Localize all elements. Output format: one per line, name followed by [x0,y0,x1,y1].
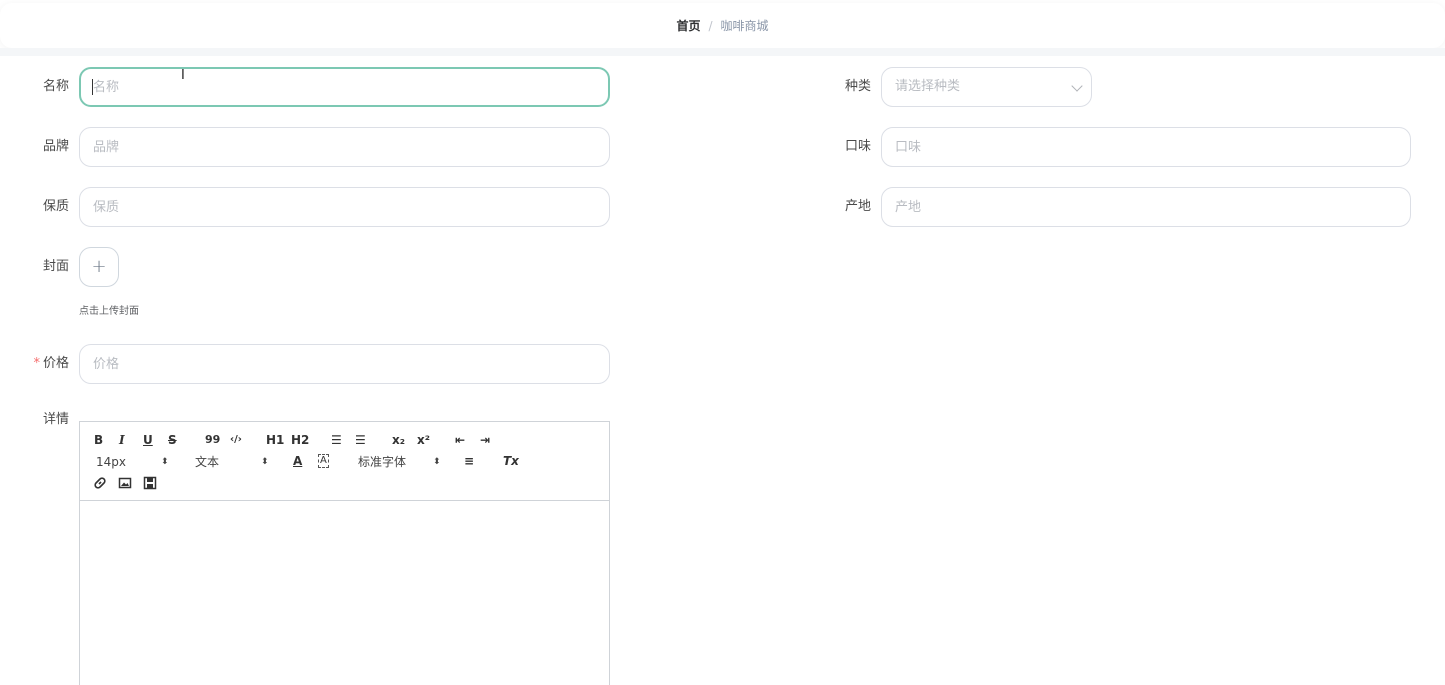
link-icon[interactable] [93,476,107,493]
font-size-select[interactable]: 14px [96,455,126,469]
subscript-button[interactable]: x₂ [392,433,405,447]
strike-button[interactable]: S [168,433,177,447]
rich-text-editor: B I U S 99 ‹/› H1 H2 ☰ ☰ x₂ x² ⇤ ⇥ 14px … [79,421,610,685]
category-select[interactable]: 请选择种类 [881,67,1092,107]
superscript-button[interactable]: x² [417,433,430,447]
cover-upload-hint: 点击上传封面 [79,306,139,317]
breadcrumb: 首页 / 咖啡商城 [676,17,768,34]
header-divider [0,48,1445,56]
name-input[interactable] [79,67,610,107]
breadcrumb-separator: / [708,18,713,33]
shelf-life-label: 保质 [42,199,69,214]
plus-icon: + [91,256,107,277]
text-color-button[interactable]: A [293,454,302,468]
ibeam-cursor-icon: I [181,68,185,83]
taste-label: 口味 [844,139,871,154]
brand-label: 品牌 [42,139,69,154]
header-updown-icon: ⬍ [261,457,269,467]
required-mark: * [33,356,40,371]
bold-button[interactable]: B [94,433,103,447]
cover-label: 封面 [42,259,69,274]
price-label-text: 价格 [42,356,69,371]
font-family-select[interactable]: 标准字体 [358,455,406,469]
font-size-updown-icon: ⬍ [161,457,169,467]
details-label: 详情 [42,412,69,427]
font-family-updown-icon: ⬍ [433,457,441,467]
image-icon[interactable] [118,476,132,493]
h1-button[interactable]: H1 [266,433,284,447]
price-label: * 价格 [9,344,69,384]
origin-input[interactable] [881,187,1411,227]
category-label: 种类 [844,79,871,94]
clean-format-button[interactable]: Tx [503,454,519,468]
price-input[interactable] [79,344,610,384]
brand-input[interactable] [79,127,610,167]
category-placeholder: 请选择种类 [895,79,961,94]
underline-button[interactable]: U [143,433,153,447]
indent-button[interactable]: ⇥ [480,433,490,447]
header-select[interactable]: 文本 [195,455,219,469]
top-bar: 首页 / 咖啡商城 [0,3,1445,48]
taste-input[interactable] [881,127,1411,167]
align-button[interactable]: ≡ [464,454,474,468]
ordered-list-button[interactable]: ☰ [331,433,342,447]
text-caret [92,79,93,95]
chevron-down-icon [1071,80,1083,92]
italic-button[interactable]: I [119,433,125,447]
quote-button[interactable]: 99 [205,433,220,447]
h2-button[interactable]: H2 [291,433,309,447]
name-label: 名称 [42,79,69,94]
editor-content-area[interactable] [80,501,609,685]
outdent-button[interactable]: ⇤ [455,433,465,447]
bullet-list-button[interactable]: ☰ [355,433,366,447]
breadcrumb-home[interactable]: 首页 [676,17,700,34]
breadcrumb-current: 咖啡商城 [720,19,769,33]
background-color-button[interactable]: A [318,454,329,468]
video-icon[interactable] [143,476,157,493]
code-button[interactable]: ‹/› [230,433,242,447]
cover-upload-button[interactable]: + [79,247,119,287]
editor-toolbar: B I U S 99 ‹/› H1 H2 ☰ ☰ x₂ x² ⇤ ⇥ 14px … [80,422,609,501]
shelf-life-input[interactable] [79,187,610,227]
origin-label: 产地 [844,199,871,214]
